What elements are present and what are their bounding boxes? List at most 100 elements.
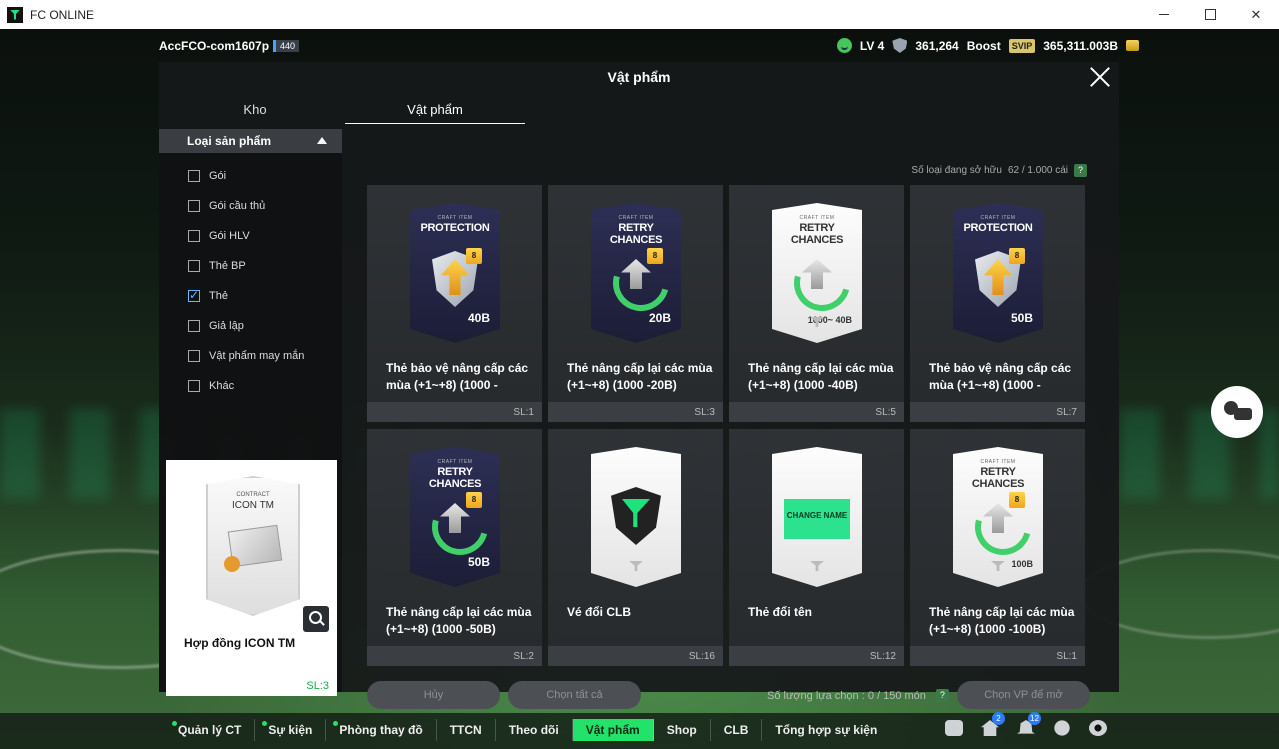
filter-item[interactable]: Gói HLV (159, 221, 342, 251)
nav-item-label: Theo dõi (508, 723, 559, 737)
filter-item[interactable]: Vật phẩm may mắn (159, 341, 342, 371)
item-name: Thẻ nâng cấp lại các mùa (+1~+8) (1000 -1… (929, 604, 1079, 638)
item-name: Thẻ bảo vệ nâng cấp các mùa (+1~+8) (1000… (386, 360, 536, 394)
bottom-nav: Quản lý CT Sự kiện Phòng thay đồ TTCN Theo d… (165, 719, 890, 741)
preview-card: CONTRACT ICON TM (206, 476, 300, 616)
item-cell[interactable]: CHANGE NAME Thẻ đổi tên SL:12 (729, 429, 904, 666)
item-name-line: Vé đổi CLB (567, 605, 632, 619)
item-card: CRAFT ITEM RETRY CHANCES 8 100B (953, 447, 1043, 587)
user-icon-shape (1054, 720, 1070, 736)
item-qty: SL:1 (1056, 651, 1077, 662)
card-subtitle: CRAFT ITEM (980, 215, 1016, 221)
help-icon[interactable]: ? (935, 689, 949, 702)
filter-item[interactable]: Thẻ (159, 281, 342, 311)
filter-item[interactable]: Gói cầu thủ (159, 191, 342, 221)
boost-label: Boost (966, 38, 1001, 53)
nav-item[interactable]: TTCN (437, 719, 496, 741)
card-title: RETRY CHANCES (790, 222, 844, 246)
item-qty: SL:1 (513, 407, 534, 418)
card-title: RETRY CHANCES (609, 222, 663, 246)
tab-kho[interactable]: Kho (165, 102, 345, 124)
item-cell[interactable]: Vé đổi CLB SL:16 (548, 429, 723, 666)
filter-item[interactable]: Giả lập (159, 311, 342, 341)
currency-value: 365,311.003B (1043, 38, 1118, 53)
close-window-button[interactable] (1233, 0, 1279, 29)
filter-item-label: Thẻ BP (209, 260, 246, 272)
zoom-icon[interactable] (303, 606, 329, 632)
item-cell[interactable]: CRAFT ITEM RETRY CHANCES 8 50B Thẻ nâng cấp … (367, 429, 542, 666)
user-icon[interactable] (1051, 717, 1073, 739)
nav-item[interactable]: Quản lý CT (165, 719, 256, 741)
preview-qty: SL:3 (306, 680, 329, 692)
maximize-button[interactable] (1187, 0, 1233, 29)
filter-item-label: Giả lập (209, 320, 244, 332)
nav-item-label: Shop (666, 723, 697, 737)
card-subtitle: CRAFT ITEM (618, 215, 654, 221)
checkbox[interactable] (188, 230, 200, 242)
count-badge: 2 (992, 712, 1005, 725)
count-badge: 12 (1028, 712, 1041, 725)
item-cell[interactable]: CRAFT ITEM PROTECTION 8 50B Thẻ bảo vệ nâng … (910, 185, 1085, 422)
checkbox[interactable] (188, 380, 200, 392)
item-name-line: mùa (+1~+8) (1000 - (929, 378, 1041, 392)
item-qty: SL:5 (875, 407, 896, 418)
open-items-button[interactable]: Chọn VP để mở (957, 681, 1090, 709)
filter-item[interactable]: Gói (159, 161, 342, 191)
window-titlebar: FC ONLINE (0, 0, 1279, 29)
tab-vat-pham[interactable]: Vật phẩm (345, 102, 525, 124)
item-cell[interactable]: CRAFT ITEM PROTECTION 8 40B Thẻ bảo vệ nâng … (367, 185, 542, 422)
item-name: Thẻ nâng cấp lại các mùa (+1~+8) (1000 -4… (748, 360, 898, 394)
select-all-button[interactable]: Chọn tất cả (508, 681, 641, 709)
item-preview: CONTRACT ICON TM Hợp đồng ICON TM SL:3 (166, 460, 337, 696)
seal-icon (224, 556, 240, 572)
card-title: PROTECTION (963, 222, 1033, 234)
account-name: AccFCO-com1607p (159, 39, 270, 53)
nav-item[interactable]: CLB (711, 719, 763, 741)
item-cell[interactable]: CRAFT ITEM RETRY CHANCES 8 20B Thẻ nâng cấp … (548, 185, 723, 422)
gear-icon[interactable] (1087, 717, 1109, 739)
nav-item[interactable]: Phòng thay đồ (326, 719, 437, 741)
minimize-button[interactable] (1141, 0, 1187, 29)
close-icon[interactable] (1089, 66, 1111, 88)
nav-item[interactable]: Tổng hợp sự kiện (762, 719, 890, 741)
filter-item[interactable]: Khác (159, 371, 342, 401)
app-logo-icon (7, 6, 23, 23)
change-name-ticket-icon: CHANGE NAME (784, 499, 850, 539)
item-name: Thẻ nâng cấp lại các mùa (+1~+8) (1000 -2… (567, 360, 717, 394)
nav-item[interactable]: Shop (654, 719, 711, 741)
bottom-nav-icons: 2 12 (943, 712, 1109, 739)
social-chat-icon[interactable] (1211, 386, 1263, 438)
owned-label: Số loại đang sở hữu (911, 165, 1002, 176)
checkbox[interactable] (188, 260, 200, 272)
filter-header[interactable]: Loại sản phẩm (159, 129, 342, 153)
game-screen: AccFCO-com1607p 440 LV 4 361,264 Boost S… (0, 29, 1279, 749)
checkbox[interactable] (188, 288, 200, 302)
help-icon[interactable]: ? (1074, 164, 1087, 177)
filter-header-label: Loại sản phẩm (187, 134, 272, 148)
filter-item[interactable]: Thẻ BP (159, 251, 342, 281)
item-name-line: mùa (+1~+8) (1000 - (386, 378, 498, 392)
checkbox[interactable] (188, 200, 200, 212)
nav-item[interactable]: Vật phẩm (572, 719, 654, 741)
item-name-line: Thẻ bảo vệ nâng cấp các (386, 361, 529, 375)
bell-icon[interactable]: 12 (1015, 712, 1041, 739)
checkbox[interactable] (188, 170, 200, 182)
item-cell[interactable]: CRAFT ITEM RETRY CHANCES 8 100B Thẻ nâng cấp… (910, 429, 1085, 666)
item-cell[interactable]: CRAFT ITEM RETRY CHANCES 1000~ 40B Thẻ nâng… (729, 185, 904, 422)
level-badge: 8 (647, 248, 663, 264)
caret-up-icon (317, 137, 327, 144)
card-price: 50B (1010, 311, 1033, 325)
item-name-line: Thẻ nâng cấp lại các mùa (386, 605, 532, 619)
nav-item-label: Quản lý CT (178, 723, 242, 737)
nav-item[interactable]: Theo dõi (496, 719, 573, 741)
item-name-line: Thẻ nâng cấp lại các mùa (929, 605, 1075, 619)
cancel-button[interactable]: Hủy (367, 681, 500, 709)
nav-item-label: Phòng thay đồ (339, 723, 423, 737)
checkbox[interactable] (188, 350, 200, 362)
nav-item-label: Vật phẩm (585, 723, 640, 737)
account-badge: 440 (273, 40, 300, 52)
nav-item[interactable]: Sự kiện (255, 719, 327, 741)
checkbox[interactable] (188, 320, 200, 332)
home-icon[interactable]: 2 (979, 712, 1005, 739)
chat-icon[interactable] (943, 717, 965, 739)
